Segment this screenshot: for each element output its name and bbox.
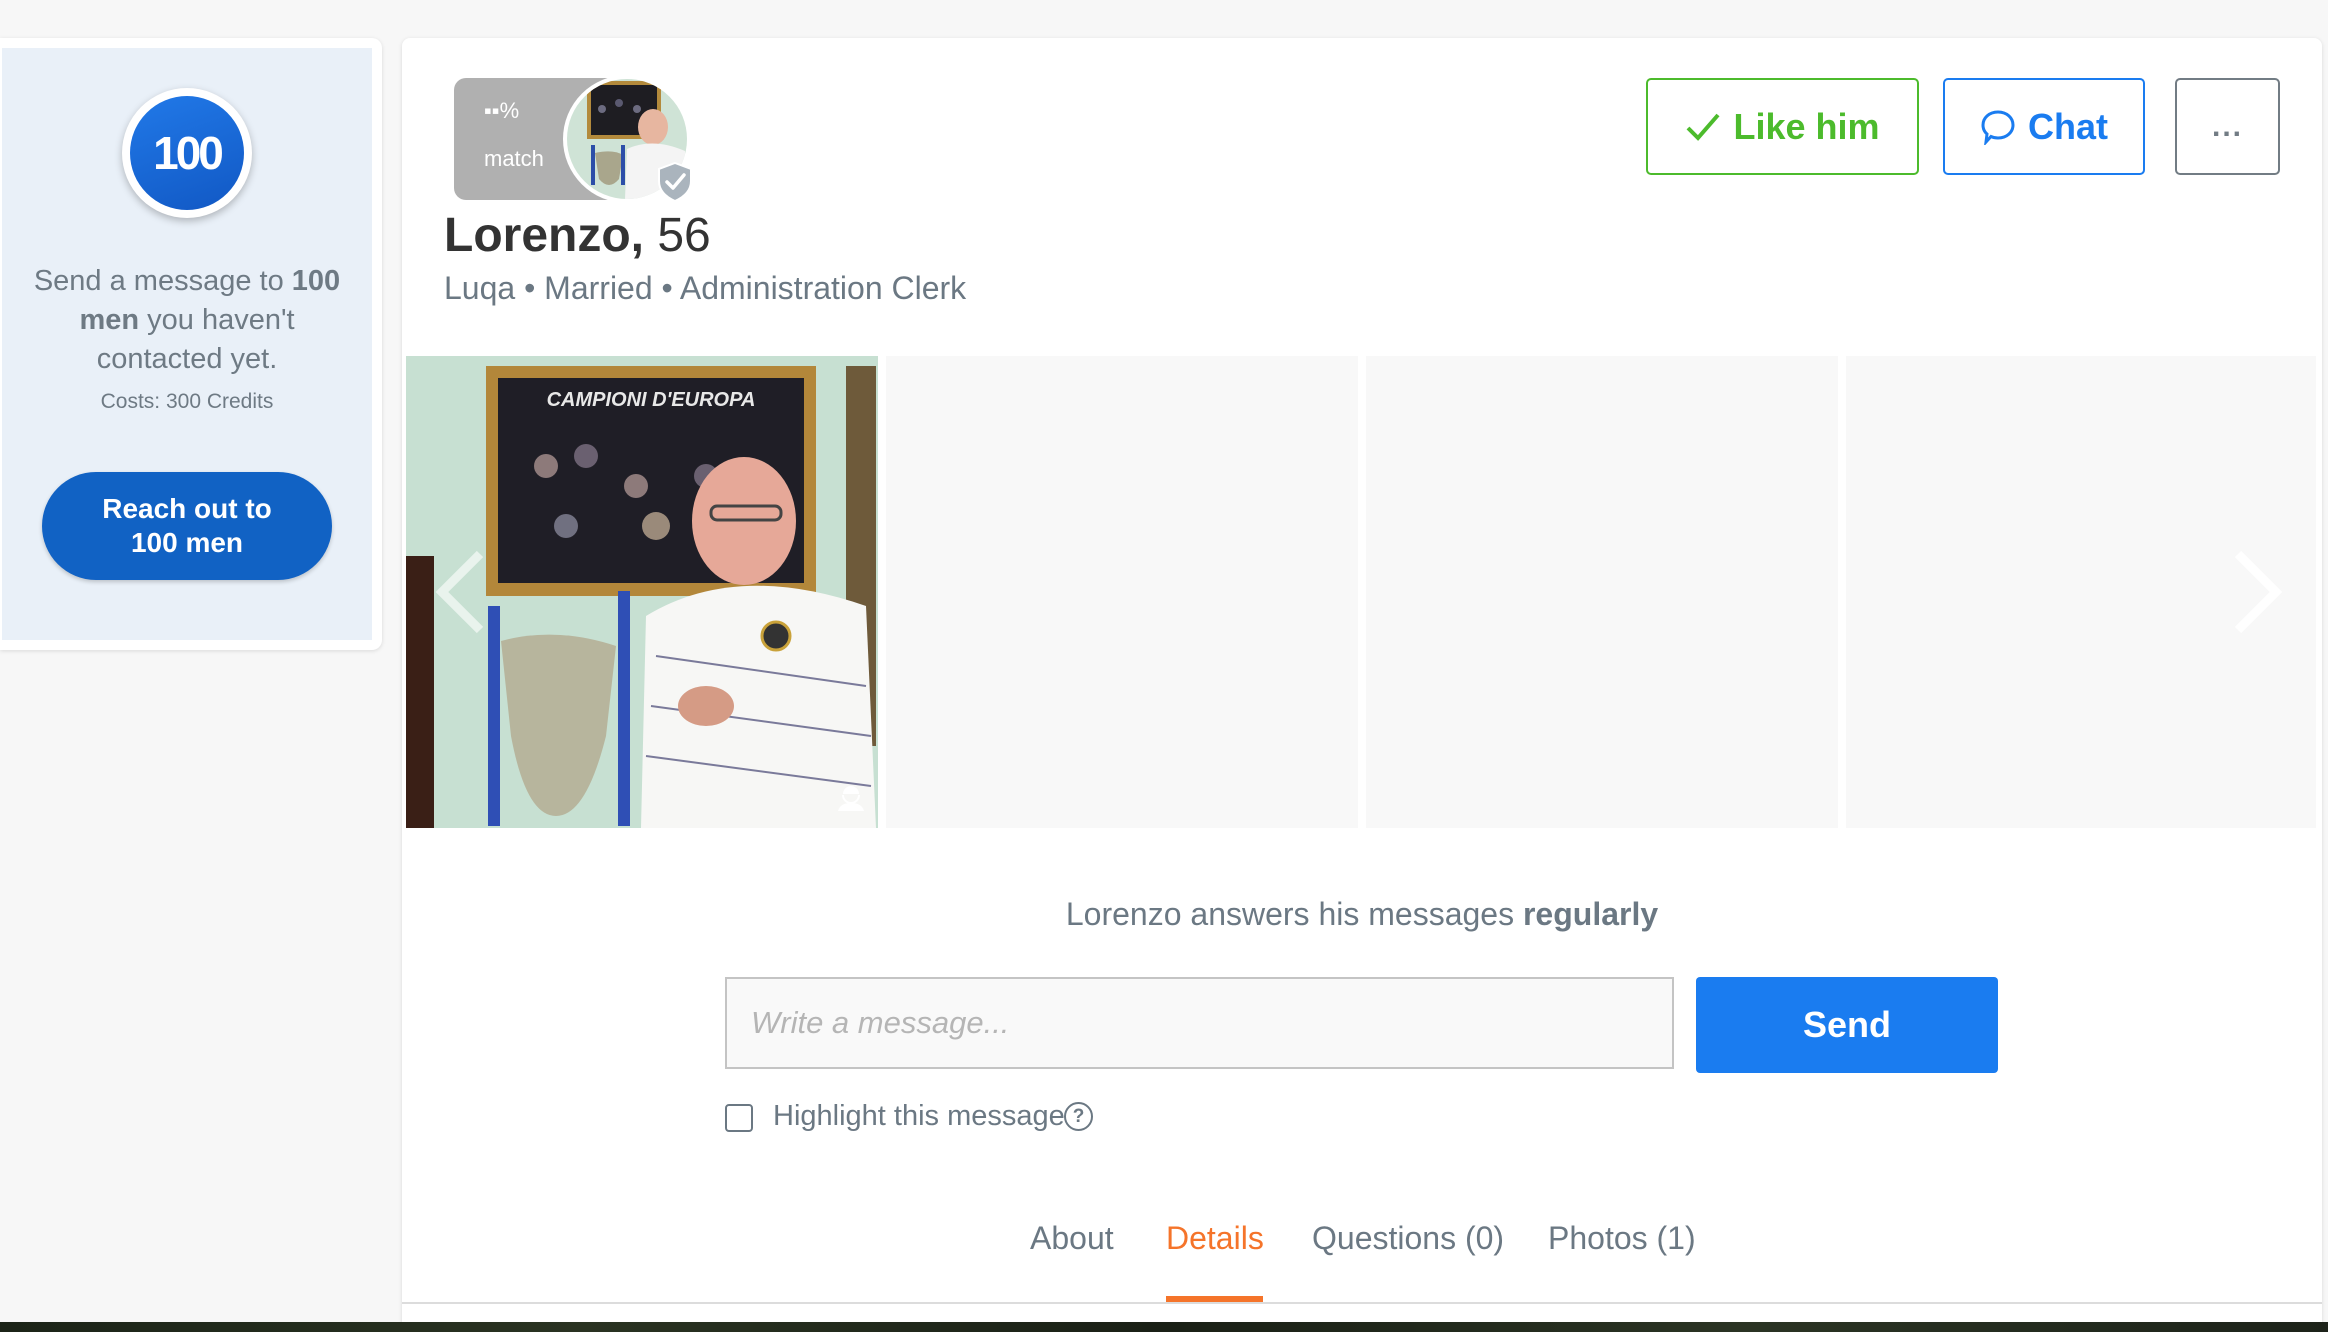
chat-button-label: Chat	[2028, 105, 2108, 147]
check-icon	[1687, 113, 1720, 141]
profile-first-name: Lorenzo,	[444, 209, 644, 262]
photo-poster-text: CAMPIONI D'EUROPA	[547, 389, 756, 411]
like-button-label: Like him	[1733, 105, 1880, 147]
chevron-right-icon[interactable]	[2230, 550, 2286, 634]
highlight-label[interactable]: Highlight this message	[773, 1100, 1065, 1133]
promo-description: Send a message to 100 men you haven't co…	[22, 262, 352, 379]
send-button[interactable]: Send	[1696, 977, 1998, 1073]
chevron-left-icon[interactable]	[432, 550, 488, 634]
hundred-logo-icon: 100	[122, 88, 252, 218]
verified-shield-icon	[657, 161, 693, 203]
photo-placeholder	[1366, 356, 1838, 828]
like-button[interactable]: Like him	[1646, 78, 1919, 175]
person-icon	[836, 782, 866, 812]
profile-age: 56	[657, 209, 711, 262]
match-label: match	[484, 146, 544, 171]
response-rate-note: Lorenzo answers his messages regularly	[402, 896, 2322, 933]
tabs-divider	[402, 1302, 2322, 1304]
chat-button[interactable]: Chat	[1943, 78, 2145, 175]
tab-details[interactable]: Details	[1166, 1220, 1264, 1257]
tab-photos[interactable]: Photos (1)	[1548, 1220, 1696, 1257]
profile-subtitle: Luqa • Married • Administration Clerk	[444, 270, 967, 306]
profile-name: Lorenzo, 56	[444, 208, 711, 263]
promo-text-prefix: Send a message to	[33, 265, 292, 297]
photo-placeholder	[886, 356, 1358, 828]
response-note-rate: regularly	[1522, 896, 1659, 932]
reach-out-button[interactable]: Reach out to 100 men	[42, 472, 332, 580]
speech-bubble-icon	[1981, 109, 2015, 145]
hundred-logo-text: 100	[130, 96, 244, 210]
help-icon[interactable]: ?	[1064, 1102, 1093, 1131]
desktop-background	[0, 1322, 2328, 1332]
tab-questions[interactable]: Questions (0)	[1312, 1220, 1504, 1257]
message-input[interactable]	[725, 977, 1674, 1069]
tab-about[interactable]: About	[1030, 1220, 1114, 1257]
match-percent: ▪▪%	[484, 98, 520, 123]
promo-cost: Costs: 300 Credits	[100, 390, 274, 413]
highlight-checkbox[interactable]	[725, 1104, 753, 1132]
more-options-button[interactable]: ...	[2175, 78, 2280, 175]
response-note-prefix: Lorenzo answers his messages	[1065, 896, 1523, 932]
